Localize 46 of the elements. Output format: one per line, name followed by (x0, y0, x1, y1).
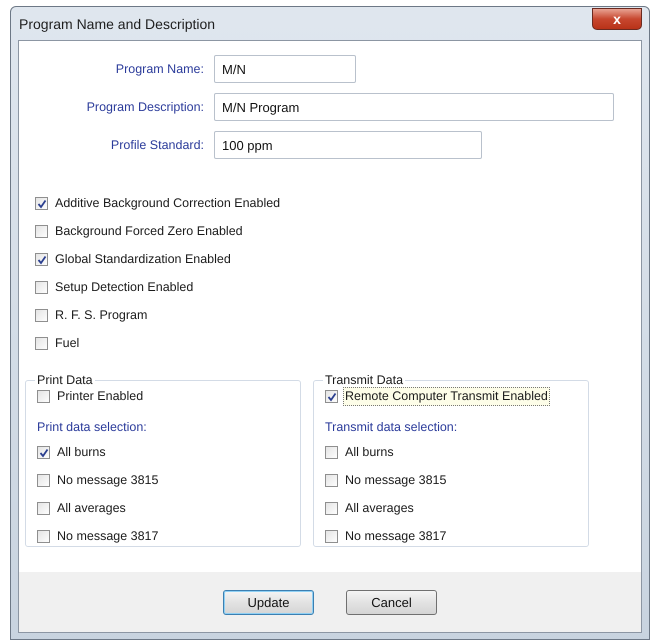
checkbox[interactable] (325, 390, 338, 403)
checkbox-label: Fuel (54, 335, 80, 352)
section-label: Transmit data selection: (325, 420, 458, 434)
group-title: Transmit Data (324, 373, 404, 387)
checkbox[interactable] (35, 309, 48, 322)
checkbox[interactable] (37, 502, 50, 515)
checkbox[interactable] (325, 530, 338, 543)
checkbox-label: All burns (56, 444, 107, 461)
field-label: Profile Standard: (110, 138, 205, 152)
window-title: Program Name and Description (18, 16, 216, 32)
checkbox-label: All burns (344, 444, 395, 461)
checkbox-label: No message 3817 (344, 528, 448, 545)
checkbox[interactable] (35, 281, 48, 294)
checkbox-label: No message 3815 (56, 472, 160, 489)
checkbox[interactable] (37, 474, 50, 487)
checkbox-label: Printer Enabled (56, 388, 144, 405)
checkbox-label: Additive Background Correction Enabled (54, 195, 282, 212)
checkbox[interactable] (35, 225, 48, 238)
input-field[interactable]: 100 ppm (214, 131, 482, 159)
checkbox-label: All averages (344, 500, 415, 517)
group-title: Print Data (36, 373, 94, 387)
checkbox-label: R. F. S. Program (54, 307, 148, 324)
checkbox[interactable] (325, 446, 338, 459)
section-label: Print data selection: (37, 420, 148, 434)
checkbox[interactable] (35, 337, 48, 350)
checkbox-label: No message 3815 (344, 472, 448, 489)
checkbox-label: No message 3817 (56, 528, 160, 545)
checkbox-label: Global Standardization Enabled (54, 251, 232, 268)
field-label: Program Description: (86, 100, 205, 114)
checkbox-label: All averages (56, 500, 127, 517)
checkbox[interactable] (37, 390, 50, 403)
checkbox[interactable] (325, 502, 338, 515)
dialog-button[interactable]: Update (223, 590, 314, 614)
checkbox[interactable] (35, 197, 48, 210)
close-button[interactable]: x (592, 8, 642, 30)
checkbox[interactable] (325, 474, 338, 487)
checkbox-label: Background Forced Zero Enabled (54, 223, 244, 240)
checkbox[interactable] (37, 446, 50, 459)
field-label: Program Name: (114, 62, 205, 76)
checkbox[interactable] (35, 253, 48, 266)
checkbox-label: Remote Computer Transmit Enabled (343, 387, 550, 406)
checkbox[interactable] (37, 530, 50, 543)
input-field[interactable]: M/N Program (214, 93, 614, 121)
checkbox-label: Setup Detection Enabled (54, 279, 194, 296)
dialog-button[interactable]: Cancel (346, 590, 437, 614)
input-field[interactable]: M/N (214, 55, 356, 83)
